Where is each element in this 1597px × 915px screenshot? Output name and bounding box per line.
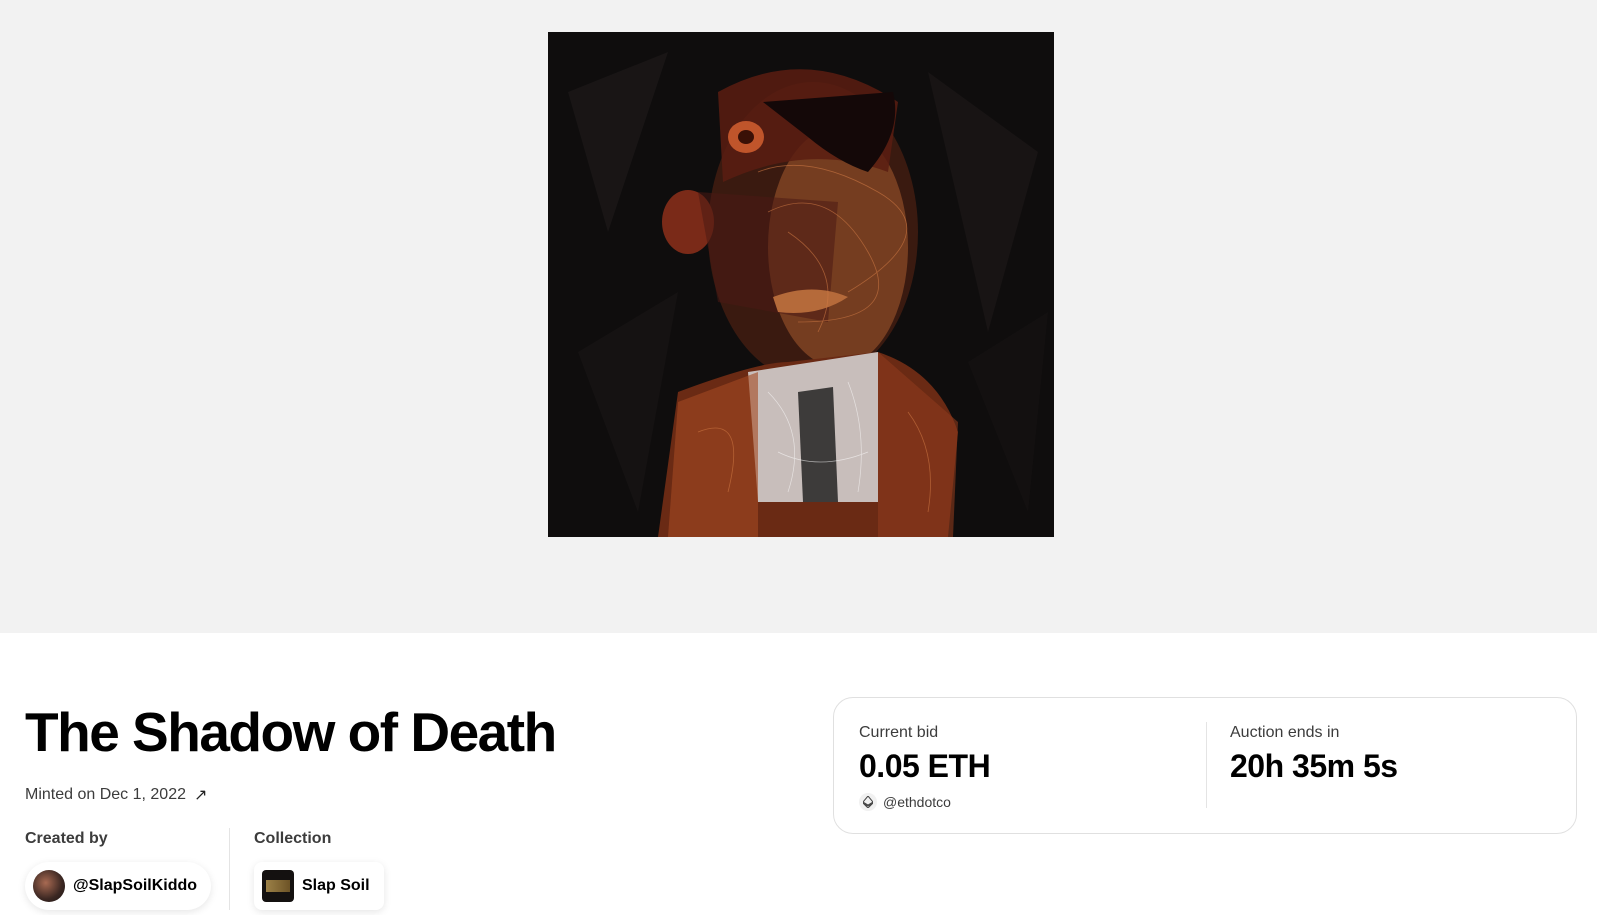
current-bid-label: Current bid	[859, 724, 939, 741]
auction-card: Current bid 0.05 ETH @ethdotco Auction e…	[833, 697, 1577, 834]
collection-button[interactable]: Slap Soil	[254, 862, 384, 910]
auction-countdown-section: Auction ends in 20h 35m 5s	[1230, 724, 1398, 785]
artwork-image[interactable]	[548, 32, 1054, 537]
user-avatar-icon	[33, 870, 65, 902]
artwork-title: The Shadow of Death	[25, 701, 557, 763]
ethereum-icon	[859, 793, 877, 811]
collection-section: Collection	[254, 830, 331, 848]
auction-ends-label: Auction ends in	[1230, 724, 1340, 741]
current-bid-section: Current bid 0.05 ETH @ethdotco	[859, 724, 991, 811]
bidder-link[interactable]: @ethdotco	[859, 793, 990, 811]
auction-countdown: 20h 35m 5s	[1230, 748, 1398, 784]
minted-link[interactable]: Minted on Dec 1, 2022 ↗	[25, 785, 207, 805]
creator-profile-button[interactable]: @SlapSoilKiddo	[25, 862, 212, 910]
collection-label: Collection	[254, 830, 332, 847]
collection-thumbnail-icon	[262, 870, 294, 902]
collection-name: Slap Soil	[302, 877, 370, 894]
card-divider	[1206, 722, 1207, 808]
created-by-label: Created by	[25, 830, 108, 847]
minted-date: Minted on Dec 1, 2022	[25, 786, 186, 803]
external-link-arrow-icon: ↗	[194, 787, 208, 804]
bidder-handle: @ethdotco	[883, 794, 951, 810]
current-bid-value: 0.05 ETH	[859, 748, 991, 784]
artwork-stage	[0, 0, 1597, 633]
creator-section: Created by	[25, 830, 108, 848]
section-divider	[229, 828, 230, 910]
creator-handle: @SlapSoilKiddo	[73, 877, 198, 894]
